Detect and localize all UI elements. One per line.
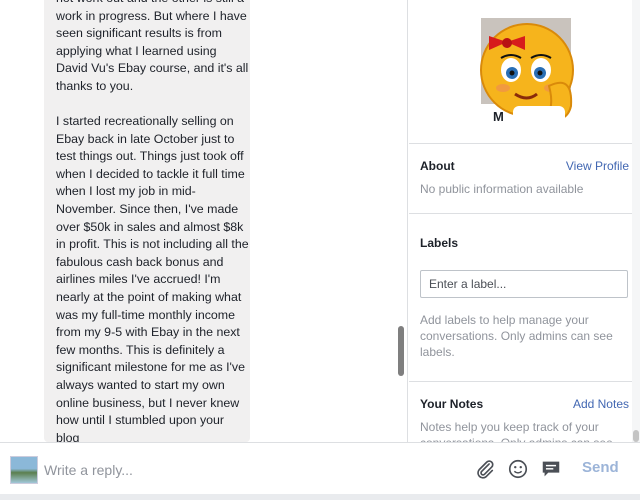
side-panel-scroll-thumb[interactable] (633, 430, 639, 442)
notes-section: Your Notes Add Notes Notes help you keep… (409, 382, 640, 442)
profile-name[interactable]: M (493, 109, 504, 124)
about-info: No public information available (420, 182, 584, 196)
reply-composer: Send (0, 442, 640, 494)
contact-info-panel: M About View Profile No public informati… (409, 0, 640, 442)
side-panel-scrollbar[interactable] (632, 0, 640, 442)
notes-title: Your Notes (420, 397, 484, 411)
message-paragraph-1: not work out and the other is still a wo… (56, 0, 249, 93)
conversation-pane: not work out and the other is still a wo… (0, 0, 408, 442)
labels-title: Labels (420, 236, 459, 250)
label-input[interactable] (420, 270, 628, 298)
notes-help: Notes help you keep track of your conver… (420, 420, 613, 442)
message-paragraph-2: I started recreationally selling on Ebay… (56, 114, 249, 442)
profile-header: M (409, 0, 640, 144)
about-section: About View Profile No public information… (409, 144, 640, 214)
send-button[interactable]: Send (582, 459, 619, 476)
redaction-overlay (513, 106, 565, 136)
reply-input[interactable] (44, 457, 344, 483)
conversation-scrollbar[interactable] (398, 326, 404, 376)
attachment-icon[interactable] (474, 458, 496, 480)
window-bottom-edge (0, 494, 640, 500)
about-title: About (420, 159, 455, 173)
avatar (10, 456, 38, 484)
saved-replies-icon[interactable] (540, 458, 562, 480)
labels-help: Add labels to help manage your conversat… (420, 313, 613, 359)
emoji-icon[interactable] (507, 458, 529, 480)
message-bubble: not work out and the other is still a wo… (44, 0, 250, 442)
view-profile-link[interactable]: View Profile (566, 159, 629, 173)
add-notes-link[interactable]: Add Notes (573, 397, 629, 411)
labels-section: Labels Add labels to help manage your co… (409, 214, 640, 382)
